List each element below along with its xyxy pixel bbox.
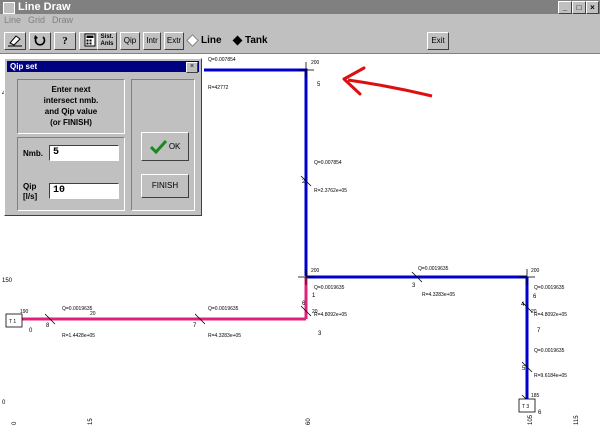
dialog-title: Qip set bbox=[7, 61, 199, 72]
node-number: 4 bbox=[521, 302, 525, 308]
pink-pipe-network bbox=[20, 277, 308, 321]
menu-draw[interactable]: Draw bbox=[52, 14, 73, 26]
intr-button[interactable]: Intr bbox=[143, 32, 161, 50]
x-axis-label: 0 bbox=[12, 421, 18, 425]
nmb-input[interactable]: 5 bbox=[49, 145, 119, 161]
radio-unchecked-icon bbox=[186, 33, 199, 47]
pipe-r-label: R=4.8092e+05 bbox=[314, 312, 347, 318]
checkmark-icon bbox=[149, 139, 167, 155]
tank-radio-label: Tank bbox=[245, 35, 268, 46]
ok-button[interactable]: OK bbox=[141, 132, 189, 161]
tank-elev: 185 bbox=[531, 393, 540, 399]
blue-pipe-upper bbox=[204, 68, 308, 276]
pipe-r-label: R=9.6184e+05 bbox=[534, 373, 567, 379]
blue-pipe-network bbox=[204, 68, 529, 406]
x-axis-label: 60 bbox=[306, 418, 312, 425]
qip-label: Qip [l/s] bbox=[23, 182, 38, 201]
pipe-q-label: Q=0.0019635 bbox=[534, 285, 565, 291]
node-number: 3 bbox=[412, 283, 416, 289]
calculator-icon bbox=[84, 33, 96, 47]
pipe-q-label: Q=0.0019635 bbox=[418, 266, 449, 272]
node-number: 6 bbox=[533, 294, 537, 300]
pipe-r-label: R=4.3283e+05 bbox=[208, 333, 241, 339]
dialog-prompt: Enter next intersect nmb. and Qip value … bbox=[17, 79, 125, 134]
close-button[interactable]: × bbox=[586, 1, 599, 14]
line-radio[interactable]: Line bbox=[186, 33, 222, 47]
ok-label: OK bbox=[168, 142, 181, 151]
help-icon: ? bbox=[62, 35, 68, 47]
maximize-button[interactable]: □ bbox=[572, 1, 586, 14]
qip-set-dialog: Qip set × Enter next intersect nmb. and … bbox=[4, 58, 202, 216]
pipe-q-label: Q=0.0019635 bbox=[314, 285, 345, 291]
pipe-q-label: Q=0.0019635 bbox=[208, 306, 239, 312]
node-number: 0 bbox=[29, 328, 33, 334]
pipe-q-label: Q=0.0019635 bbox=[534, 348, 565, 354]
x-axis-label: 105 bbox=[528, 414, 534, 425]
radio-checked-icon bbox=[232, 35, 243, 46]
pipe-r-label: R=4.8092e+05 bbox=[534, 312, 567, 318]
tank-t3[interactable]: 185 T 3 bbox=[518, 393, 540, 413]
x-axis-label: 15 bbox=[88, 418, 94, 425]
svg-text:?: ? bbox=[62, 35, 68, 47]
node-number: 6 bbox=[538, 410, 542, 416]
extr-button[interactable]: Extr bbox=[164, 32, 184, 50]
sist-anls-button[interactable]: Sist. Anls bbox=[97, 32, 117, 50]
node-number: 5 bbox=[317, 82, 321, 88]
node-elev-label: 200 bbox=[531, 268, 540, 274]
toolbar: ? Sist. Anls Qip Intr Extr Line Tank Exi… bbox=[0, 26, 600, 54]
pipe-r-label: R=42772 bbox=[208, 85, 229, 91]
node-number: 7 bbox=[537, 328, 541, 334]
left-label-0: 0 bbox=[2, 400, 6, 406]
tank-label: T 3 bbox=[522, 404, 529, 410]
eraser-icon bbox=[8, 35, 22, 47]
node-elev-label: 200 bbox=[311, 268, 320, 274]
title-bar: Line Draw _ □ × bbox=[0, 0, 600, 14]
red-arrow-annotation bbox=[342, 66, 433, 98]
finish-button[interactable]: FINISH bbox=[141, 174, 189, 198]
undo-button[interactable] bbox=[29, 32, 51, 50]
window-title: Line Draw bbox=[18, 1, 71, 13]
pipe-q-label: Q=0.007854 bbox=[208, 57, 236, 63]
stray-label: 20 bbox=[312, 309, 318, 315]
left-label-150: 150 bbox=[2, 278, 13, 284]
node-number: 3 bbox=[318, 331, 322, 337]
node-number: 5 bbox=[522, 366, 526, 372]
pipe-r-label: R=1.4428e+05 bbox=[62, 333, 95, 339]
tank-label: T 1 bbox=[9, 319, 16, 325]
stray-label: 20 bbox=[531, 309, 537, 315]
menu-line[interactable]: Line bbox=[4, 14, 21, 26]
sist-label: Sist. bbox=[100, 34, 114, 40]
line-radio-label: Line bbox=[201, 35, 222, 46]
exit-button[interactable]: Exit bbox=[427, 32, 449, 50]
menu-grid[interactable]: Grid bbox=[28, 14, 45, 26]
help-button[interactable]: ? bbox=[54, 32, 76, 50]
pipe-r-label: R=2.3762e+05 bbox=[314, 188, 347, 194]
eraser-tool-button[interactable] bbox=[4, 32, 26, 50]
undo-icon bbox=[34, 35, 46, 46]
node-number: 8 bbox=[46, 323, 50, 329]
x-axis-label: 115 bbox=[574, 415, 580, 425]
stray-label: 20 bbox=[90, 311, 96, 317]
nmb-label: Nmb. bbox=[23, 149, 43, 158]
minimize-button[interactable]: _ bbox=[558, 1, 572, 14]
node-elev-label: 200 bbox=[311, 60, 320, 66]
tank-radio[interactable]: Tank bbox=[232, 35, 268, 46]
app-icon bbox=[3, 2, 15, 14]
node-number: 1 bbox=[312, 293, 316, 299]
pipe-q-label: Q=0.007854 bbox=[314, 160, 342, 166]
qip-input[interactable]: 10 bbox=[49, 183, 119, 199]
node-number: 7 bbox=[193, 323, 197, 329]
qip-button[interactable]: Qip bbox=[120, 32, 140, 50]
pipe-q-label: Q=0.0019635 bbox=[62, 306, 93, 312]
menu-bar: Line Grid Draw bbox=[0, 14, 600, 26]
dialog-close-button[interactable]: × bbox=[186, 62, 198, 73]
pipe-r-label: R=4.3283e+05 bbox=[422, 292, 455, 298]
anls-label: Anls bbox=[100, 41, 114, 47]
